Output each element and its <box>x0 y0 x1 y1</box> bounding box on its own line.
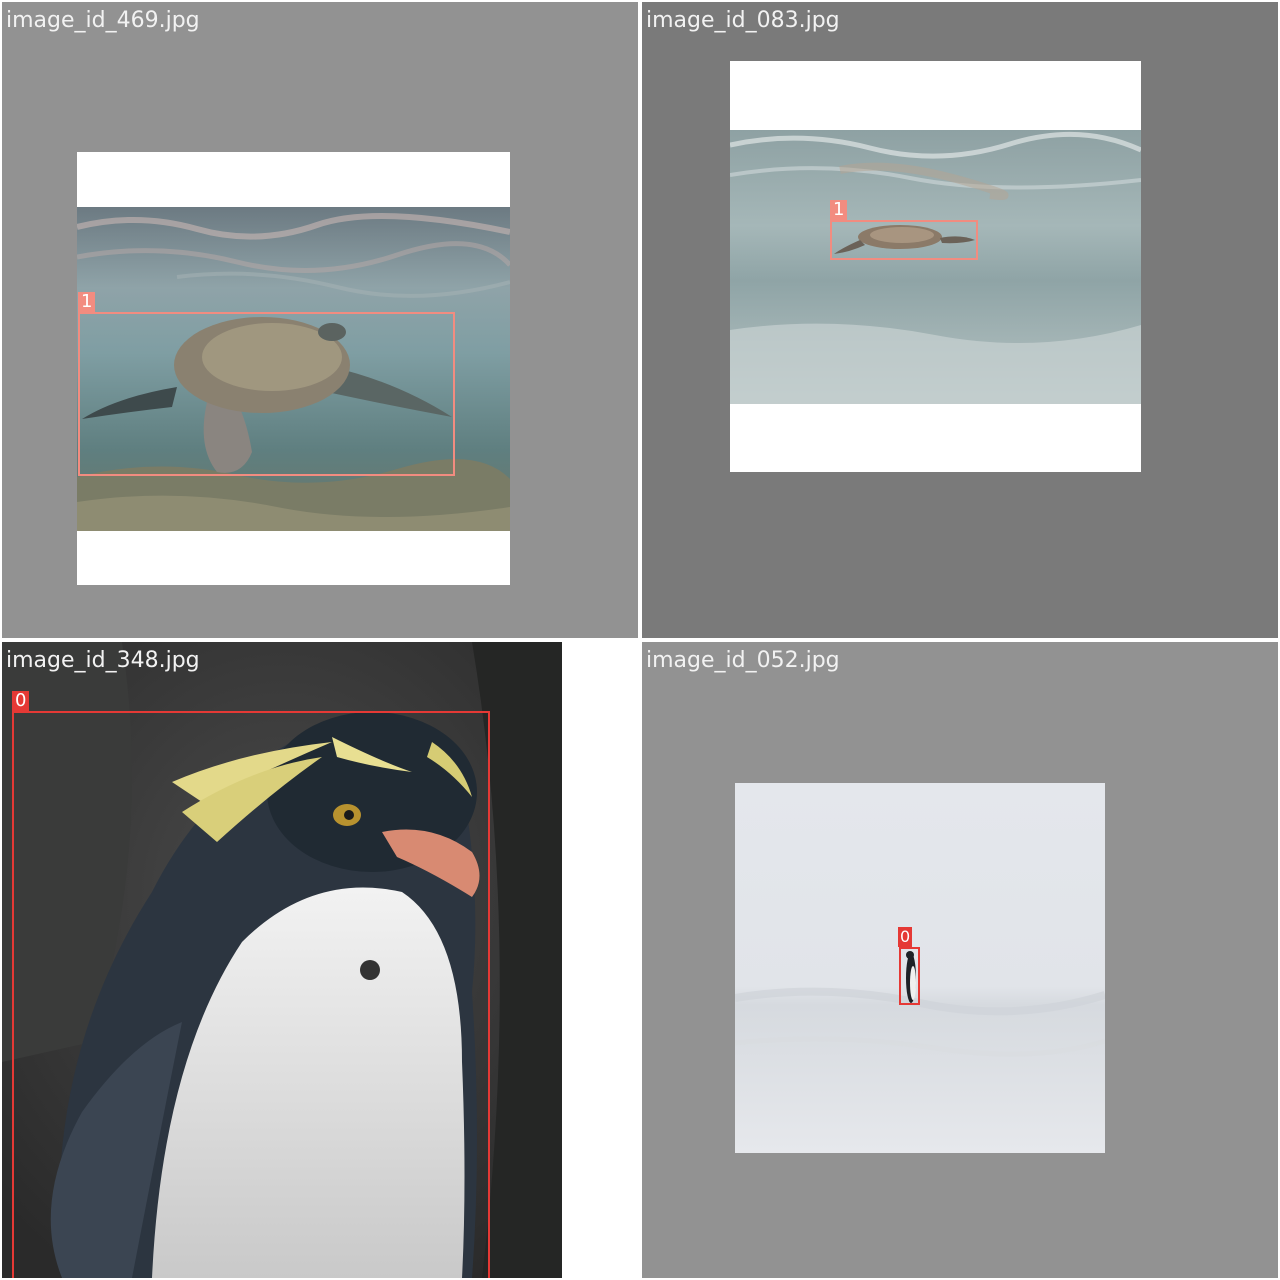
detection-class-tag: 0 <box>12 691 30 711</box>
mosaic-tile-052: image_id_052.jpg 0 <box>642 642 1278 1278</box>
mosaic-tile-348: image_id_348.jpg 0 <box>2 642 638 1278</box>
detection-class-tag: 1 <box>78 292 96 312</box>
penguin-snow-photo <box>735 783 1105 1153</box>
detection-box <box>830 220 978 260</box>
detection-box <box>78 312 455 476</box>
mosaic-tile-083: image_id_083.jpg 1 <box>642 2 1278 638</box>
detection-class-tag: 1 <box>830 200 848 220</box>
detection-box <box>899 947 920 1005</box>
tile-filename: image_id_083.jpg <box>646 8 840 33</box>
detection-class-tag: 0 <box>898 927 913 947</box>
tile-filename: image_id_348.jpg <box>6 648 200 673</box>
tile-filename: image_id_469.jpg <box>6 8 200 33</box>
turtle-photo <box>730 130 1141 404</box>
mosaic-tile-469: image_id_469.jpg 1 <box>2 2 638 638</box>
detection-box <box>12 711 490 1278</box>
tile-filename: image_id_052.jpg <box>646 648 840 673</box>
